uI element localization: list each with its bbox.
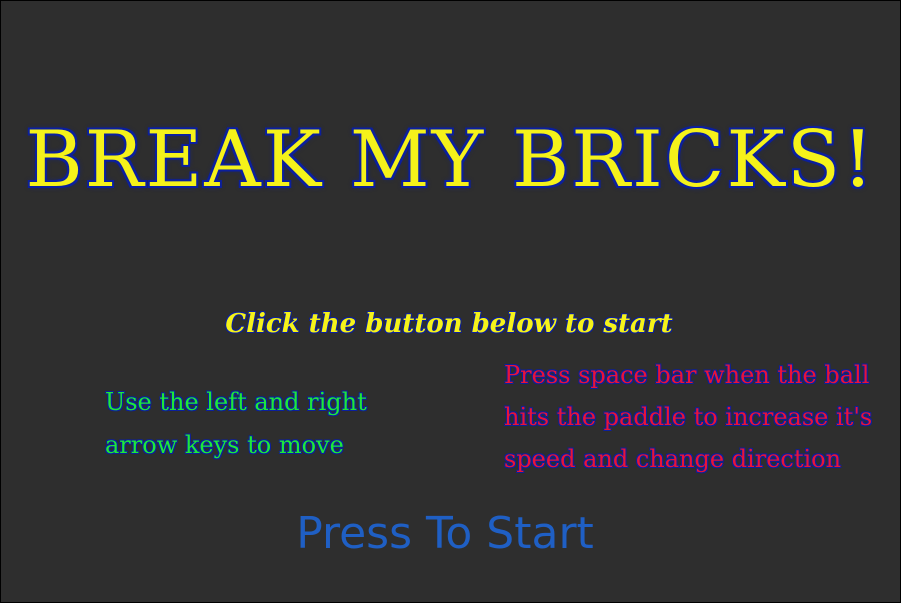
spacebar-instructions-line: Press space bar when the ball (504, 361, 870, 389)
game-screen: Break My Bricks! Click the button below … (0, 0, 901, 603)
movement-instructions-line: arrow keys to move (105, 431, 344, 459)
start-instruction: Click the button below to start (225, 309, 673, 339)
spacebar-instructions-line: hits the paddle to increase it's (504, 403, 873, 431)
movement-instructions: Use the left and right arrow keys to mov… (105, 381, 405, 467)
game-title: Break My Bricks! (25, 115, 876, 205)
movement-instructions-line: Use the left and right (105, 388, 367, 416)
spacebar-instructions-line: speed and change direction (504, 445, 842, 473)
start-button[interactable]: Press To Start (273, 506, 617, 562)
spacebar-instructions: Press space bar when the ball hits the p… (504, 354, 894, 480)
